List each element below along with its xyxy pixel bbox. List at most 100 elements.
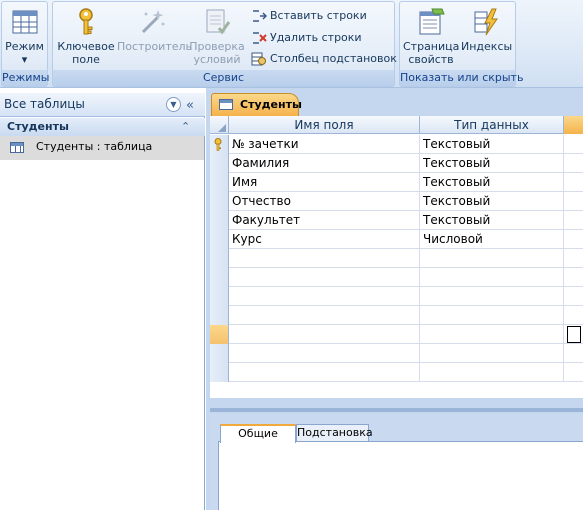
grid-header: Имя поля Тип данных (210, 116, 583, 134)
description-cell-cursor[interactable] (567, 326, 581, 343)
property-sheet-line2: свойств (408, 53, 454, 66)
data-type-cell[interactable] (420, 306, 564, 325)
view-button[interactable]: Режим ▾ (3, 4, 46, 66)
row-selector[interactable] (210, 173, 229, 192)
nav-group-title: Студенты (7, 120, 69, 133)
empty-row[interactable] (210, 249, 583, 268)
primary-key-button[interactable]: Ключевое поле (57, 4, 115, 66)
data-type-cell[interactable]: Числовой (420, 230, 564, 249)
field-name-cell[interactable]: Факультет (229, 211, 420, 230)
view-button-label: Режим (5, 40, 44, 53)
data-type-cell[interactable] (420, 344, 564, 363)
nav-item-table[interactable]: Студенты : таблица (0, 136, 204, 160)
row-selector[interactable] (210, 154, 229, 173)
delete-rows-icon (253, 32, 267, 44)
property-sheet-icon (419, 8, 445, 35)
data-type-cell[interactable] (420, 268, 564, 287)
field-name-cell[interactable]: Курс (229, 230, 420, 249)
data-type-cell[interactable]: Текстовый (420, 154, 564, 173)
shutter-collapse-icon[interactable]: « (186, 95, 194, 117)
field-name-cell[interactable]: № зачетки (229, 135, 420, 154)
indexes-button[interactable]: Индексы (461, 4, 513, 53)
field-properties-body (218, 441, 583, 510)
insert-rows-button[interactable]: Вставить строки (251, 7, 367, 25)
column-header-description (564, 116, 583, 134)
row-selector[interactable] (210, 287, 229, 306)
data-type-cell[interactable]: Текстовый (420, 192, 564, 211)
field-name-cell[interactable]: Имя (229, 173, 420, 192)
row-selector[interactable] (210, 306, 229, 325)
property-sheet-button[interactable]: Страница свойств (403, 4, 459, 66)
nav-header-title: Все таблицы (4, 97, 85, 111)
field-name-cell[interactable]: Отчество (229, 192, 420, 211)
indexes-line1: Индексы (461, 40, 513, 53)
ribbon: Режим ▾ Режимы Ключевое поле Построитель… (0, 0, 583, 88)
column-header-data-type: Тип данных (420, 116, 564, 134)
empty-row[interactable] (210, 287, 583, 306)
view-grid-icon (12, 10, 37, 34)
test-rules-button[interactable]: Проверка условий (189, 4, 245, 66)
data-type-cell[interactable]: Текстовый (420, 135, 564, 154)
dropdown-arrow-icon: ▾ (21, 53, 28, 66)
group-collapse-icon[interactable]: ⌃ (181, 118, 190, 136)
data-type-cell[interactable] (420, 325, 564, 344)
test-rules-line2: условий (193, 53, 241, 66)
property-sheet-line1: Страница (403, 40, 460, 53)
tab-general[interactable]: Общие (220, 424, 296, 443)
field-name-cell[interactable] (229, 287, 420, 306)
row-selector[interactable] (210, 192, 229, 211)
field-name-cell[interactable] (229, 306, 420, 325)
row-selector[interactable] (210, 135, 229, 154)
data-type-cell[interactable]: Текстовый (420, 173, 564, 192)
group-label-tools: Сервис (53, 70, 394, 86)
field-name-cell[interactable] (229, 363, 420, 382)
data-type-cell[interactable] (420, 287, 564, 306)
row-selector[interactable] (210, 211, 229, 230)
row-selector[interactable] (210, 230, 229, 249)
group-tools: Ключевое поле Построитель Проверка услов… (52, 1, 397, 87)
group-label-show-hide: Показать или скрыть (400, 70, 524, 86)
select-all-corner[interactable] (210, 116, 229, 134)
field-name-cell[interactable] (229, 249, 420, 268)
table-row[interactable]: Имя Текстовый (210, 173, 583, 192)
key-icon (79, 8, 93, 35)
field-name-cell[interactable]: Фамилия (229, 154, 420, 173)
row-selector[interactable] (210, 325, 229, 344)
data-type-cell[interactable] (420, 363, 564, 382)
empty-row[interactable] (210, 363, 583, 382)
group-label-views: Режимы (2, 70, 50, 86)
row-selector[interactable] (210, 268, 229, 287)
primary-key-line1: Ключевое (57, 40, 115, 53)
delete-rows-button[interactable]: Удалить строки (251, 29, 362, 47)
lookup-column-button[interactable]: Столбец подстановок (251, 50, 397, 68)
data-type-cell[interactable] (420, 249, 564, 268)
table-row[interactable]: Отчество Текстовый (210, 192, 583, 211)
table-row[interactable]: Факультет Текстовый (210, 211, 583, 230)
empty-row[interactable] (210, 306, 583, 325)
data-type-cell[interactable]: Текстовый (420, 211, 564, 230)
table-icon (10, 141, 24, 153)
lookup-column-icon (251, 52, 266, 66)
group-views: Режим ▾ Режимы (1, 1, 50, 87)
table-row[interactable]: Фамилия Текстовый (210, 154, 583, 173)
field-name-cell[interactable] (229, 344, 420, 363)
builder-button[interactable]: Построитель (117, 4, 192, 53)
document-tab[interactable]: Студенты (211, 93, 302, 116)
nav-menu-dropdown-icon[interactable]: ▼ (166, 97, 181, 112)
empty-row[interactable] (210, 344, 583, 363)
row-selector[interactable] (210, 344, 229, 363)
navigation-pane: Все таблицы ▼ « Студенты ⌃ Студенты : та… (0, 93, 205, 510)
table-row[interactable]: Курс Числовой (210, 230, 583, 249)
insert-rows-label: Вставить строки (270, 9, 367, 22)
field-name-cell[interactable] (229, 325, 420, 344)
table-row[interactable]: № зачетки Текстовый (210, 135, 583, 154)
splitter-bar[interactable] (210, 408, 583, 412)
row-selector[interactable] (210, 363, 229, 382)
row-selector[interactable] (210, 249, 229, 268)
nav-header[interactable]: Все таблицы ▼ « (0, 93, 205, 117)
tab-lookup[interactable]: Подстановка (296, 424, 373, 442)
empty-row[interactable] (210, 325, 583, 344)
nav-group-header[interactable]: Студенты ⌃ (0, 118, 205, 136)
field-name-cell[interactable] (229, 268, 420, 287)
empty-row[interactable] (210, 268, 583, 287)
